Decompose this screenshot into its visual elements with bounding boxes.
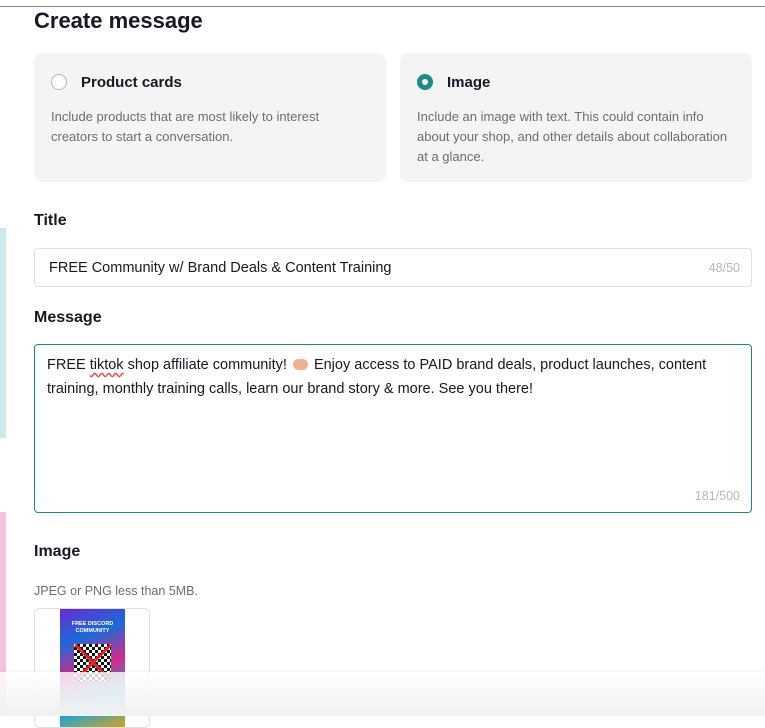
radio-product-cards[interactable] — [51, 74, 67, 90]
option-card-product-cards[interactable]: Product cards Include products that are … — [34, 53, 386, 182]
option-header: Product cards — [51, 73, 368, 91]
poster-title: FREE DISCORD COMMUNITY — [71, 621, 114, 634]
title-input-value: FREE Community w/ Brand Deals & Content … — [49, 259, 392, 276]
page-title: Create message — [34, 8, 203, 33]
handshake-emoji-icon — [292, 359, 308, 370]
image-label: Image — [34, 543, 81, 560]
misspelled-word: tiktok — [89, 357, 124, 373]
option-card-image[interactable]: Image Include an image with text. This c… — [400, 53, 752, 182]
image-format-hint: JPEG or PNG less than 5MB. — [34, 584, 198, 598]
radio-image[interactable] — [417, 74, 433, 90]
title-label: Title — [34, 212, 67, 229]
left-edge-strip-blue — [0, 228, 6, 438]
message-text: FREE tiktok shop affiliate community! En… — [47, 353, 739, 401]
option-description: Include products that are most likely to… — [51, 109, 320, 144]
message-label: Message — [34, 309, 102, 326]
option-label: Image — [447, 73, 491, 91]
title-input[interactable]: FREE Community w/ Brand Deals & Content … — [34, 248, 752, 287]
title-char-counter: 48/50 — [708, 260, 740, 275]
option-description: Include an image with text. This could c… — [417, 109, 728, 164]
message-text-part: shop affiliate community! — [123, 357, 291, 373]
message-text-part: FREE — [47, 357, 90, 373]
bottom-action-bar — [0, 672, 765, 716]
option-label: Product cards — [81, 73, 182, 91]
option-header: Image — [417, 73, 734, 91]
message-textarea[interactable]: FREE tiktok shop affiliate community! En… — [34, 344, 752, 513]
message-char-counter: 181/500 — [694, 489, 740, 503]
